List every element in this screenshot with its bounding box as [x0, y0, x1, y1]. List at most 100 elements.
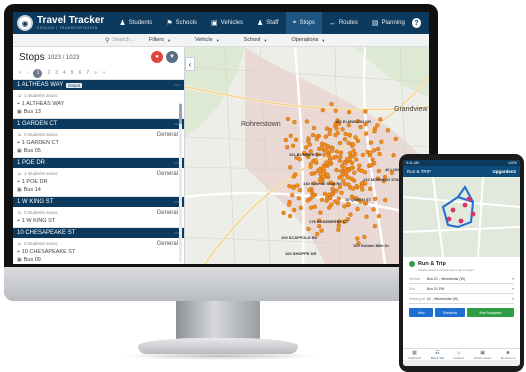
- map-stop-marker[interactable]: [290, 143, 296, 148]
- map-stop-marker[interactable]: [368, 140, 374, 145]
- map-stop-marker[interactable]: [309, 171, 314, 176]
- map-stop-marker[interactable]: [326, 192, 332, 197]
- phone-nav-run-trip[interactable]: ☷ Run & Trip: [431, 350, 444, 360]
- map-stop-marker[interactable]: [285, 116, 291, 122]
- map-stop-marker[interactable]: [345, 175, 350, 180]
- map-stop-marker[interactable]: [327, 131, 332, 137]
- map-stop-marker[interactable]: [297, 187, 303, 193]
- map-stop-marker[interactable]: [317, 223, 322, 229]
- map-stop-marker[interactable]: [319, 197, 325, 202]
- map-stop-marker[interactable]: [376, 213, 382, 219]
- map-stop-marker[interactable]: [291, 185, 296, 191]
- nav-item-stops[interactable]: ⌖ Stops: [285, 12, 322, 34]
- map-stop-marker[interactable]: [322, 152, 327, 157]
- map-stop-marker[interactable]: [358, 124, 363, 130]
- map-stop-marker[interactable]: [330, 148, 335, 153]
- map-stop-marker[interactable]: [375, 123, 380, 128]
- map-stop-marker[interactable]: [372, 129, 377, 134]
- map-stop-marker[interactable]: [385, 128, 391, 133]
- map-stop-marker[interactable]: [325, 172, 330, 177]
- map-stop-marker[interactable]: [314, 136, 320, 142]
- view-button[interactable]: View: [409, 308, 433, 317]
- map-stop-marker[interactable]: [368, 150, 373, 156]
- add-stop-button[interactable]: ●: [151, 51, 163, 63]
- map-stop-marker[interactable]: [348, 212, 353, 217]
- map-stop-marker[interactable]: [338, 154, 343, 159]
- map-stop-marker[interactable]: [342, 204, 347, 209]
- map-stop-marker[interactable]: [308, 205, 314, 210]
- next-page-icon[interactable]: »: [94, 70, 97, 76]
- phone-map[interactable]: [403, 177, 520, 257]
- map-stop-marker[interactable]: [288, 133, 293, 138]
- phone-nav-students[interactable]: ☺ Students: [453, 350, 464, 360]
- map-stop-marker[interactable]: [329, 101, 334, 107]
- map-stop-marker[interactable]: [353, 152, 358, 157]
- map-stop-marker[interactable]: [349, 160, 355, 166]
- page-1[interactable]: 1: [33, 68, 43, 78]
- map-stop-marker[interactable]: [287, 202, 292, 207]
- map-stop-marker[interactable]: [285, 145, 290, 150]
- first-page-icon[interactable]: «: [19, 70, 22, 76]
- map-stop-marker[interactable]: [304, 119, 310, 124]
- map-stop-marker[interactable]: [323, 134, 329, 139]
- map-stop-marker[interactable]: [336, 223, 341, 228]
- map-stop-marker[interactable]: [329, 202, 334, 207]
- phone-select-vehicle[interactable]: Vehicle Bus 01 - Wheelchair (W) ▾: [409, 275, 514, 284]
- map-stop-marker[interactable]: [334, 126, 339, 131]
- page-2[interactable]: 2: [47, 70, 50, 76]
- map-stop-marker[interactable]: [336, 227, 341, 232]
- phone-nav-my-account[interactable]: ☻ My Account: [501, 350, 515, 360]
- map-stop-marker[interactable]: [322, 191, 328, 196]
- map-stop-marker[interactable]: [354, 183, 359, 189]
- map-stop-marker[interactable]: [334, 188, 339, 193]
- nav-item-schools[interactable]: ⚑ Schools: [159, 12, 204, 34]
- stop-list-item[interactable]: 10 CHESAPEAKE ST ⋯ ☺ 0 students assoc ⌖ 10 CH…: [13, 227, 184, 264]
- map-stop-marker[interactable]: [372, 223, 378, 229]
- phone-nav-dashboard[interactable]: ▦ Dashboard: [408, 350, 422, 360]
- stops-scrollbar[interactable]: [179, 102, 182, 262]
- map-view[interactable]: ‹ Rohrerstown Grandview 102 ELMWOOD DR 10…: [185, 47, 429, 264]
- map-stop-marker[interactable]: [306, 139, 311, 144]
- page-5[interactable]: 5: [71, 70, 74, 76]
- stop-list-item[interactable]: 1 POE DR ⋯ ☺ 1 students assoc ⌖ 1 POE DR ▣ Bus …: [13, 157, 184, 196]
- nav-item-students[interactable]: ♟ Students: [112, 12, 159, 34]
- stop-header[interactable]: 1 ALTHEAS WAY Depot ⋯: [13, 80, 184, 90]
- map-stop-marker[interactable]: [292, 207, 297, 213]
- stop-header[interactable]: 10 CHESAPEAKE ST ⋯: [13, 228, 184, 238]
- map-stop-marker[interactable]: [349, 176, 354, 181]
- map-stop-marker[interactable]: [288, 165, 293, 170]
- map-stop-marker[interactable]: [376, 168, 382, 174]
- map-stop-marker[interactable]: [352, 170, 357, 175]
- map-stop-marker[interactable]: [336, 196, 341, 201]
- map-stop-marker[interactable]: [364, 214, 369, 219]
- map-stop-marker[interactable]: [379, 139, 384, 144]
- map-stop-marker[interactable]: [321, 166, 326, 171]
- map-stop-marker[interactable]: [296, 196, 301, 201]
- map-stop-marker[interactable]: [325, 144, 331, 149]
- nav-item-vehicles[interactable]: ▣ Vehicles: [204, 12, 250, 34]
- map-stop-marker[interactable]: [349, 166, 354, 171]
- map-stop-marker[interactable]: [334, 167, 339, 173]
- map-stop-marker[interactable]: [340, 127, 345, 132]
- map-stop-marker[interactable]: [372, 160, 377, 166]
- map-stop-marker[interactable]: [383, 197, 388, 203]
- map-stop-marker[interactable]: [334, 149, 340, 154]
- nav-item-routes[interactable]: ↔ Routes: [322, 12, 365, 34]
- map-stop-marker[interactable]: [340, 163, 345, 169]
- map-stop-marker[interactable]: [342, 137, 348, 142]
- map-stop-marker[interactable]: [363, 131, 369, 136]
- map-stop-marker[interactable]: [393, 136, 398, 142]
- map-stop-marker[interactable]: [295, 183, 300, 188]
- filter-vehicle[interactable]: Vehicle ▼: [195, 37, 220, 43]
- collapse-panel-button[interactable]: ‹: [185, 57, 195, 71]
- map-stop-marker[interactable]: [351, 142, 356, 147]
- map-stop-marker[interactable]: [363, 181, 368, 186]
- map-stop-marker[interactable]: [283, 137, 288, 143]
- page-6[interactable]: 6: [79, 70, 82, 76]
- map-stop-marker[interactable]: [281, 210, 286, 216]
- map-stop-marker[interactable]: [330, 186, 335, 192]
- map-stop-marker[interactable]: [308, 164, 313, 169]
- filter-operations[interactable]: Operations ▼: [291, 37, 325, 43]
- filter-stops-button[interactable]: ▼: [166, 51, 178, 63]
- map-stop-marker[interactable]: [332, 199, 338, 204]
